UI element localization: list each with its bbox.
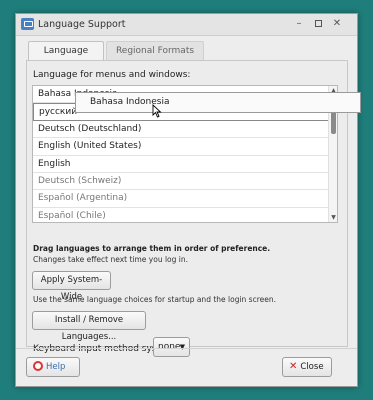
startup-note: Use the same language choices for startu… bbox=[33, 295, 276, 304]
list-item[interactable]: English bbox=[33, 156, 337, 173]
mouse-pointer-icon bbox=[152, 104, 162, 118]
keyboard-input-select[interactable]: none ▼ bbox=[153, 337, 190, 357]
list-item[interactable]: Deutsch (Schweiz) bbox=[33, 173, 337, 191]
list-item[interactable]: Deutsch (Deutschland) bbox=[33, 121, 337, 139]
help-label: Help bbox=[46, 362, 66, 372]
app-icon bbox=[21, 18, 34, 30]
dropdown-arrow-icon: ▼ bbox=[179, 343, 185, 351]
drag-ghost-item: Bahasa Indonesia bbox=[75, 92, 361, 113]
list-item[interactable]: Español (Argentina) bbox=[33, 190, 337, 208]
window-title: Language Support bbox=[38, 19, 126, 30]
scroll-down-icon[interactable]: ▼ bbox=[329, 213, 337, 222]
language-support-window: Language Support – ✕ Language Regional F… bbox=[15, 13, 358, 387]
tab-bar: Language Regional Formats bbox=[26, 39, 348, 61]
title-bar[interactable]: Language Support – ✕ bbox=[16, 14, 357, 36]
menus-language-label: Language for menus and windows: bbox=[33, 70, 191, 80]
maximize-button[interactable] bbox=[311, 17, 325, 31]
footer-divider bbox=[16, 348, 357, 349]
tab-language[interactable]: Language bbox=[28, 41, 104, 61]
keyboard-input-value: none bbox=[158, 342, 181, 352]
change-note: Changes take effect next time you log in… bbox=[33, 255, 188, 264]
lifebuoy-icon bbox=[33, 361, 43, 371]
window-close-button[interactable]: ✕ bbox=[330, 17, 344, 31]
minimize-button[interactable]: – bbox=[292, 17, 306, 31]
scroll-thumb[interactable] bbox=[331, 110, 336, 134]
list-item[interactable]: English (United States) bbox=[33, 138, 337, 156]
drag-instructions: Drag languages to arrange them in order … bbox=[33, 244, 271, 253]
close-label: Close bbox=[300, 362, 324, 372]
tab-regional-formats[interactable]: Regional Formats bbox=[106, 41, 204, 61]
list-item[interactable]: Español (Chile) bbox=[33, 208, 337, 222]
close-icon: ✕ bbox=[289, 361, 298, 372]
apply-system-wide-button[interactable]: Apply System-Wide bbox=[32, 271, 111, 302]
help-button[interactable]: Help bbox=[26, 357, 80, 377]
install-remove-languages-button[interactable]: Install / Remove Languages... bbox=[32, 311, 146, 342]
maximize-icon bbox=[314, 20, 322, 27]
close-button[interactable]: ✕ Close bbox=[282, 357, 332, 377]
